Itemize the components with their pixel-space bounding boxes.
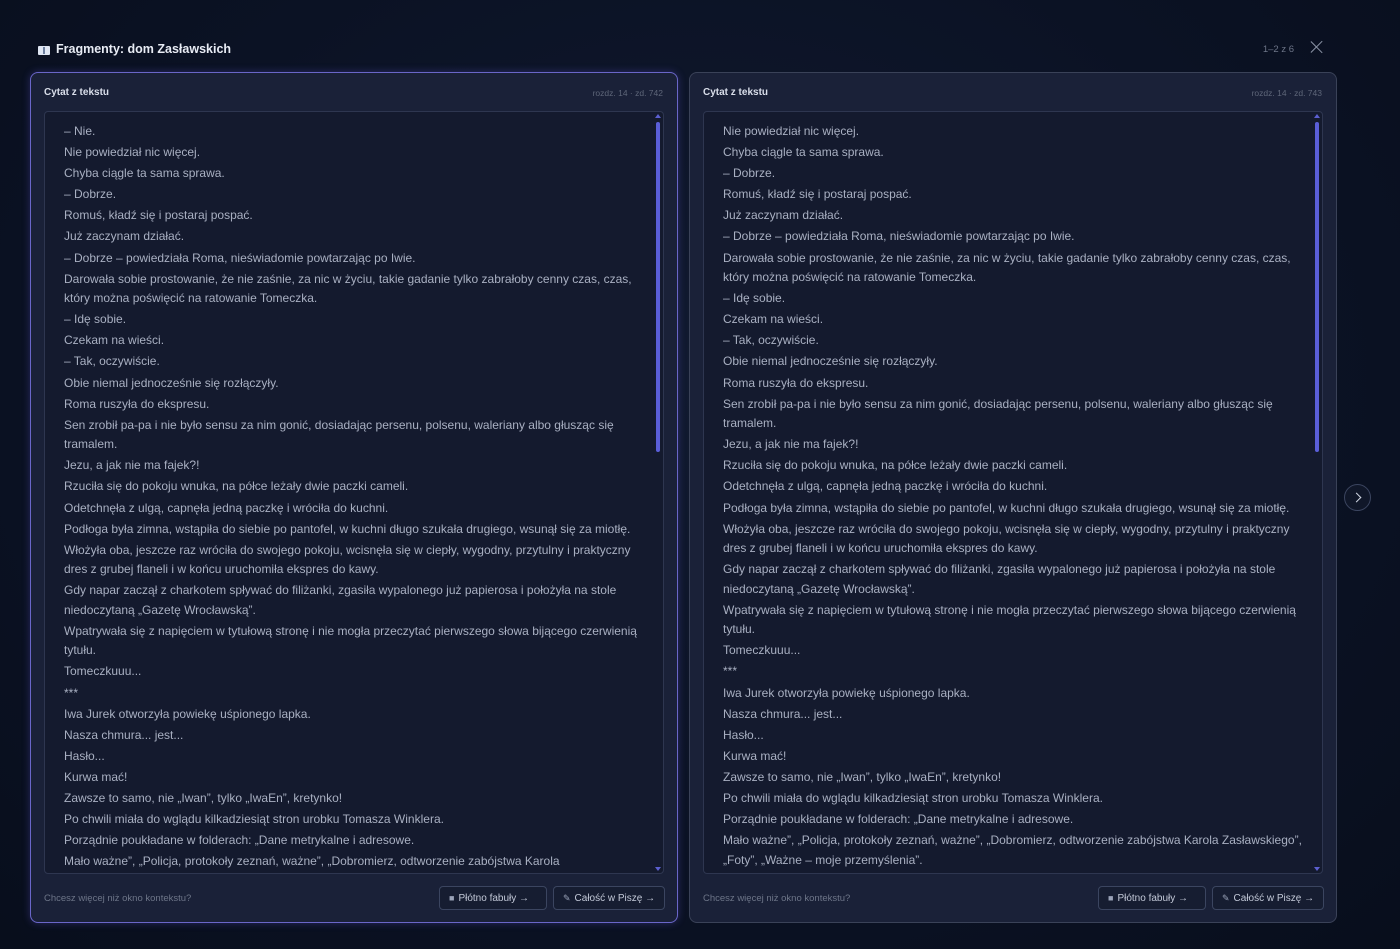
quote-line: Romuś, kładź się i postaraj pospać. (64, 208, 253, 223)
quote-line: – Tak, oczywiście. (723, 333, 819, 348)
quote-text-box[interactable]: – Nie. Nie powiedział nic więcej. Chyba ci… (44, 111, 664, 874)
fragment-card-2: Cytat z tekstu rozdz. 14 · zd. 743 Nie p… (689, 72, 1337, 923)
quote-line: Gdy napar zaczął z charkotem spływać do … (64, 583, 617, 617)
quote-line: Po chwili miała do wglądu kilkadziesiąt … (64, 812, 444, 827)
modal-title: Fragmenty: dom Zasławskich (56, 42, 232, 56)
scroll-up-arrow-icon[interactable] (655, 114, 661, 118)
quote-line: Porządnie poukładane w folderach: „Dane … (723, 812, 1074, 827)
quote-line: Po chwili miała do wglądu kilkadziesiąt … (723, 791, 1103, 806)
quote-lines: – Nie. Nie powiedział nic więcej. Chyba ci… (64, 122, 644, 873)
plot-canvas-button[interactable]: ■ Płótno fabuły → (1098, 886, 1206, 910)
canvas-icon: ■ (1108, 893, 1114, 903)
pen-icon: ✎ (563, 893, 571, 903)
quote-line: Już zaczynam działać. (64, 229, 185, 244)
quote-line: – Idę sobie. (723, 291, 786, 306)
book-icon (38, 46, 50, 55)
quote-line: Roma ruszyła do ekspresu. (723, 375, 869, 390)
quote-line: Kurwa mać! (64, 769, 128, 784)
quote-text-box[interactable]: Nie powiedział nic więcej. Chyba ciągle t… (703, 111, 1323, 874)
quote-line: Kurwa mać! (723, 748, 787, 763)
quote-line: – Dobrze. (723, 166, 776, 181)
quote-line: *** (64, 685, 79, 700)
quote-line: Romuś, kładź się i postaraj pospać. (723, 187, 912, 202)
quote-line: Nie powiedział nic więcej. (64, 145, 201, 160)
quote-line: – Dobrze – powiedziała Roma, nieświadomi… (723, 229, 1075, 244)
quote-line: Nie powiedział nic więcej. (723, 124, 860, 138)
quote-line: – Dobrze – powiedziała Roma, nieświadomi… (64, 250, 416, 265)
fragment-card-1: Cytat z tekstu rozdz. 14 · zd. 742 – Nie… (30, 72, 678, 923)
quote-line: Włożyła oba, jeszcze raz wróciła do swoj… (723, 521, 1290, 556)
plot-canvas-label: Płótno fabuły → (1117, 893, 1189, 904)
quote-line: Hasło... (723, 727, 764, 742)
quote-line: Czekam na wieści. (723, 312, 824, 327)
quote-line: Obie niemal jednocześnie się rozłączyły. (64, 375, 279, 390)
quote-line: Roma ruszyła do ekspresu. (64, 396, 210, 411)
modal-header: Fragmenty: dom Zasławskich 1–2 z 6 (38, 38, 1340, 64)
close-icon[interactable] (1310, 40, 1324, 54)
quote-line: Mało ważne”, „Policja, protokoły zeznań,… (64, 854, 560, 869)
quote-line: Hasło... (64, 748, 105, 763)
scrollbar[interactable] (655, 114, 661, 871)
open-in-writer-button[interactable]: ✎ Całość w Piszę → (553, 886, 665, 910)
quote-line: Sen zrobił pa-pa i nie było sensu za nim… (723, 396, 1273, 431)
scroll-down-arrow-icon[interactable] (1314, 867, 1320, 871)
quote-line: – Dobrze. (64, 187, 117, 202)
quote-line: Gdy napar zaczął z charkotem spływać do … (723, 562, 1276, 596)
quote-line: Obie niemal jednocześnie się rozłączyły. (723, 354, 938, 369)
quote-line: Już zaczynam działać. (723, 208, 844, 223)
quote-line: Mało ważne”, „Policja, protokoły zeznań,… (723, 833, 1302, 867)
quote-line: Sen zrobił pa-pa i nie było sensu za nim… (64, 417, 614, 452)
quote-line: *** (723, 664, 738, 679)
quote-line: Podłoga była zimna, wstąpiła do siebie p… (723, 500, 1290, 515)
scrollbar-thumb[interactable] (1315, 122, 1319, 452)
pager-indicator: 1–2 z 6 (1262, 44, 1294, 55)
plot-canvas-label: Płótno fabuły → (458, 893, 530, 904)
quote-line: Czekam na wieści. (64, 333, 165, 348)
quote-line: Chyba ciągle ta sama sprawa. (723, 145, 884, 160)
quote-line: Iwa Jurek otworzyła powiekę uśpionego la… (723, 685, 970, 700)
quote-line: Iwa Jurek otworzyła powiekę uśpionego la… (64, 706, 311, 721)
quote-line: Odetchnęła z ulgą, capnęła jedną paczkę … (64, 500, 389, 515)
quote-line: Darowała sobie prostowanie, że nie zaśni… (64, 271, 632, 306)
scrollbar-thumb[interactable] (656, 122, 660, 452)
scroll-down-arrow-icon[interactable] (655, 867, 661, 871)
quote-line: Jezu, a jak nie ma fajek?! (64, 458, 200, 473)
quote-line: Tomeczkuuu... (723, 643, 801, 658)
quote-line: Jezu, a jak nie ma fajek?! (723, 437, 859, 452)
footer-note: Chcesz więcej niż okno kontekstu? (703, 893, 851, 904)
quote-lines: Nie powiedział nic więcej. Chyba ciągle t… (723, 122, 1303, 872)
footer-note: Chcesz więcej niż okno kontekstu? (44, 893, 192, 904)
quote-line: Nasza chmura... jest... (723, 706, 843, 721)
quote-line: Odetchnęła z ulgą, capnęła jedną paczkę … (723, 479, 1048, 494)
quote-line: – Idę sobie. (64, 312, 127, 327)
open-in-writer-label: Całość w Piszę → (1233, 893, 1315, 904)
card-location: rozdz. 14 · zd. 743 (1251, 88, 1322, 98)
quote-line: – Nie. (64, 124, 96, 138)
quote-line: Podłoga była zimna, wstąpiła do siebie p… (64, 521, 631, 536)
quote-line: Rzuciła się do pokoju wnuka, na półce le… (64, 479, 409, 494)
card-title: Cytat z tekstu (44, 87, 110, 98)
quote-line: Zawsze to samo, nie „Iwan”, tylko „IwaEn… (723, 769, 1002, 784)
quote-line: Tomeczkuuu... (64, 664, 142, 679)
quote-line: Wpatrywała się z napięciem w tytułową st… (723, 602, 1296, 637)
quote-line: Darowała sobie prostowanie, że nie zaśni… (723, 250, 1291, 285)
open-in-writer-button[interactable]: ✎ Całość w Piszę → (1212, 886, 1324, 910)
quote-line: – Tak, oczywiście. (64, 354, 160, 369)
plot-canvas-button[interactable]: ■ Płótno fabuły → (439, 886, 547, 910)
card-location: rozdz. 14 · zd. 742 (592, 88, 663, 98)
quote-line: Włożyła oba, jeszcze raz wróciła do swoj… (64, 542, 631, 577)
quote-line: Zawsze to samo, nie „Iwan”, tylko „IwaEn… (64, 791, 343, 806)
next-page-button[interactable] (1344, 484, 1371, 511)
open-in-writer-label: Całość w Piszę → (574, 893, 656, 904)
quote-line: Nasza chmura... jest... (64, 727, 184, 742)
quote-line: Porządnie poukładane w folderach: „Dane … (64, 833, 415, 848)
quote-line: Rzuciła się do pokoju wnuka, na półce le… (723, 458, 1068, 473)
scrollbar[interactable] (1314, 114, 1320, 871)
pen-icon: ✎ (1222, 893, 1230, 903)
quote-line: Wpatrywała się z napięciem w tytułową st… (64, 623, 637, 658)
scroll-up-arrow-icon[interactable] (1314, 114, 1320, 118)
canvas-icon: ■ (449, 893, 455, 903)
card-title: Cytat z tekstu (703, 87, 769, 98)
quote-line: Chyba ciągle ta sama sprawa. (64, 166, 225, 181)
